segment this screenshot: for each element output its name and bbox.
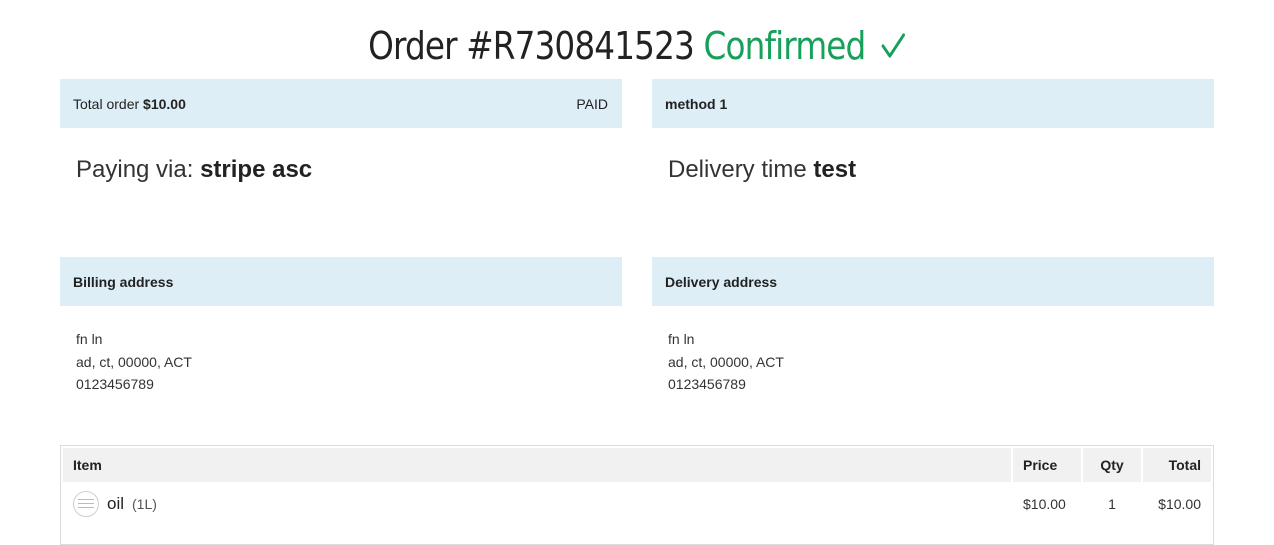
order-status-label: Confirmed bbox=[703, 24, 867, 68]
delivery-phone: 0123456789 bbox=[668, 376, 746, 392]
delivery-time-value: test bbox=[813, 156, 857, 183]
payment-status-badge: PAID bbox=[576, 95, 608, 112]
delivery-address: fn ln ad, ct, 00000, ACT 0123456789 bbox=[652, 328, 1214, 396]
column-header-total: Total bbox=[1143, 448, 1211, 482]
item-qty: 1 bbox=[1108, 496, 1116, 512]
delivery-address-heading: Delivery address bbox=[665, 273, 778, 290]
column-header-price: Price bbox=[1013, 448, 1081, 482]
shipping-panel: method 1 Delivery time test bbox=[652, 79, 1214, 195]
delivery-line: ad, ct, 00000, ACT bbox=[668, 353, 784, 370]
paying-via-label: Paying via: bbox=[76, 156, 194, 183]
order-number: #R730841523 bbox=[466, 24, 695, 68]
delivery-address-heading-bar: Delivery address bbox=[652, 257, 1214, 306]
billing-address-panel: Billing address fn ln ad, ct, 00000, ACT… bbox=[60, 257, 622, 396]
order-total-amount: $10.00 bbox=[143, 95, 186, 112]
billing-address-heading-bar: Billing address bbox=[60, 257, 622, 306]
billing-line: ad, ct, 00000, ACT bbox=[76, 353, 192, 370]
delivery-name: fn ln bbox=[668, 331, 695, 347]
order-prefix: Order bbox=[368, 24, 457, 68]
order-total-label: Total order bbox=[73, 95, 140, 112]
item-price: $10.00 bbox=[1023, 496, 1066, 512]
column-header-item: Item bbox=[63, 448, 1011, 482]
order-status: Confirmed bbox=[704, 24, 906, 68]
shipping-method-bar: method 1 bbox=[652, 79, 1214, 128]
billing-address-heading: Billing address bbox=[73, 273, 174, 290]
page-title: Order #R730841523 Confirmed bbox=[89, 22, 1185, 70]
item-total: $10.00 bbox=[1158, 496, 1201, 512]
shipping-method: method 1 bbox=[665, 95, 728, 112]
payment-panel: Total order $10.00 PAID Paying via: stri… bbox=[60, 79, 622, 195]
delivery-address-panel: Delivery address fn ln ad, ct, 00000, AC… bbox=[652, 257, 1214, 396]
billing-address: fn ln ad, ct, 00000, ACT 0123456789 bbox=[60, 328, 622, 396]
column-header-qty: Qty bbox=[1083, 448, 1141, 482]
billing-name: fn ln bbox=[76, 331, 103, 347]
billing-phone: 0123456789 bbox=[76, 376, 154, 392]
paying-via-value: stripe asc bbox=[200, 156, 313, 183]
paying-via: Paying via: stripe asc bbox=[60, 145, 622, 195]
order-total: Total order $10.00 bbox=[73, 96, 186, 112]
table-row: oil (1L) $10.00 1 $10.00 bbox=[63, 484, 1211, 524]
order-total-bar: Total order $10.00 PAID bbox=[60, 79, 622, 128]
delivery-time-label: Delivery time bbox=[668, 156, 807, 183]
product-name[interactable]: oil bbox=[107, 494, 124, 514]
table-header-row: Item Price Qty Total bbox=[63, 448, 1211, 482]
check-icon bbox=[881, 33, 905, 58]
product-thumbnail[interactable] bbox=[73, 491, 99, 517]
product-size: (1L) bbox=[132, 496, 157, 512]
order-items-table: Item Price Qty Total oil (1L) $10.00 1 $… bbox=[60, 445, 1214, 545]
item-cell: oil (1L) bbox=[63, 484, 1011, 524]
delivery-time: Delivery time test bbox=[652, 145, 1214, 195]
